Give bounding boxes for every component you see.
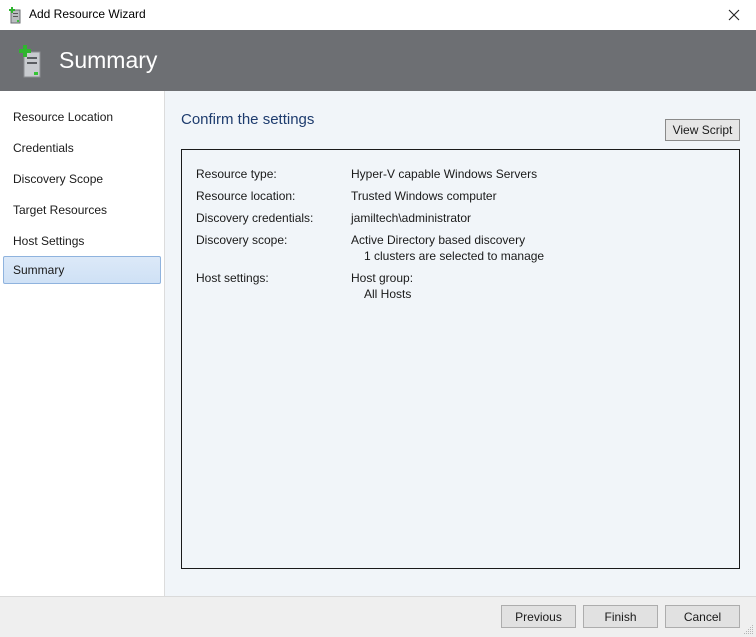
wizard-header: Summary bbox=[0, 30, 756, 91]
resize-grip-icon[interactable] bbox=[744, 625, 754, 635]
title-bar: Add Resource Wizard bbox=[0, 0, 756, 30]
summary-value: Active Directory based discovery bbox=[351, 233, 526, 247]
sidebar-item-resource-location[interactable]: Resource Location bbox=[3, 103, 161, 131]
summary-label: Resource location: bbox=[196, 189, 296, 203]
summary-label: Host settings: bbox=[196, 271, 269, 285]
main-panel: Confirm the settings View Script Resourc… bbox=[165, 91, 756, 596]
close-icon bbox=[728, 9, 740, 21]
previous-button[interactable]: Previous bbox=[501, 605, 576, 628]
window-title: Add Resource Wizard bbox=[29, 7, 146, 21]
sidebar-item-target-resources[interactable]: Target Resources bbox=[3, 196, 161, 224]
cancel-button[interactable]: Cancel bbox=[665, 605, 740, 628]
sidebar-item-host-settings[interactable]: Host Settings bbox=[3, 227, 161, 255]
summary-label: Resource type: bbox=[196, 167, 277, 181]
summary-subvalue: All Hosts bbox=[364, 287, 412, 301]
section-heading: Confirm the settings bbox=[181, 111, 315, 128]
finish-button[interactable]: Finish bbox=[583, 605, 658, 628]
server-add-icon bbox=[9, 7, 21, 24]
summary-value: Hyper-V capable Windows Servers bbox=[351, 167, 538, 181]
summary-label: Discovery credentials: bbox=[196, 211, 314, 225]
page-title: Summary bbox=[59, 47, 158, 73]
summary-label: Discovery scope: bbox=[196, 233, 288, 247]
summary-value: jamiltech\administrator bbox=[351, 211, 472, 225]
sidebar-item-credentials[interactable]: Credentials bbox=[3, 134, 161, 162]
server-add-icon bbox=[19, 45, 41, 78]
summary-value: Host group: bbox=[351, 271, 414, 285]
wizard-footer: Previous Finish Cancel bbox=[0, 596, 756, 637]
summary-box: Resource type: Hyper-V capable Windows S… bbox=[181, 149, 740, 569]
sidebar-item-discovery-scope[interactable]: Discovery Scope bbox=[3, 165, 161, 193]
sidebar-item-summary[interactable]: Summary bbox=[3, 256, 161, 284]
view-script-button[interactable]: View Script bbox=[665, 119, 740, 141]
summary-subvalue: 1 clusters are selected to manage bbox=[364, 249, 545, 263]
summary-value: Trusted Windows computer bbox=[351, 189, 497, 203]
wizard-steps-sidebar: Resource Location Credentials Discovery … bbox=[0, 91, 165, 596]
close-button[interactable] bbox=[712, 0, 756, 30]
